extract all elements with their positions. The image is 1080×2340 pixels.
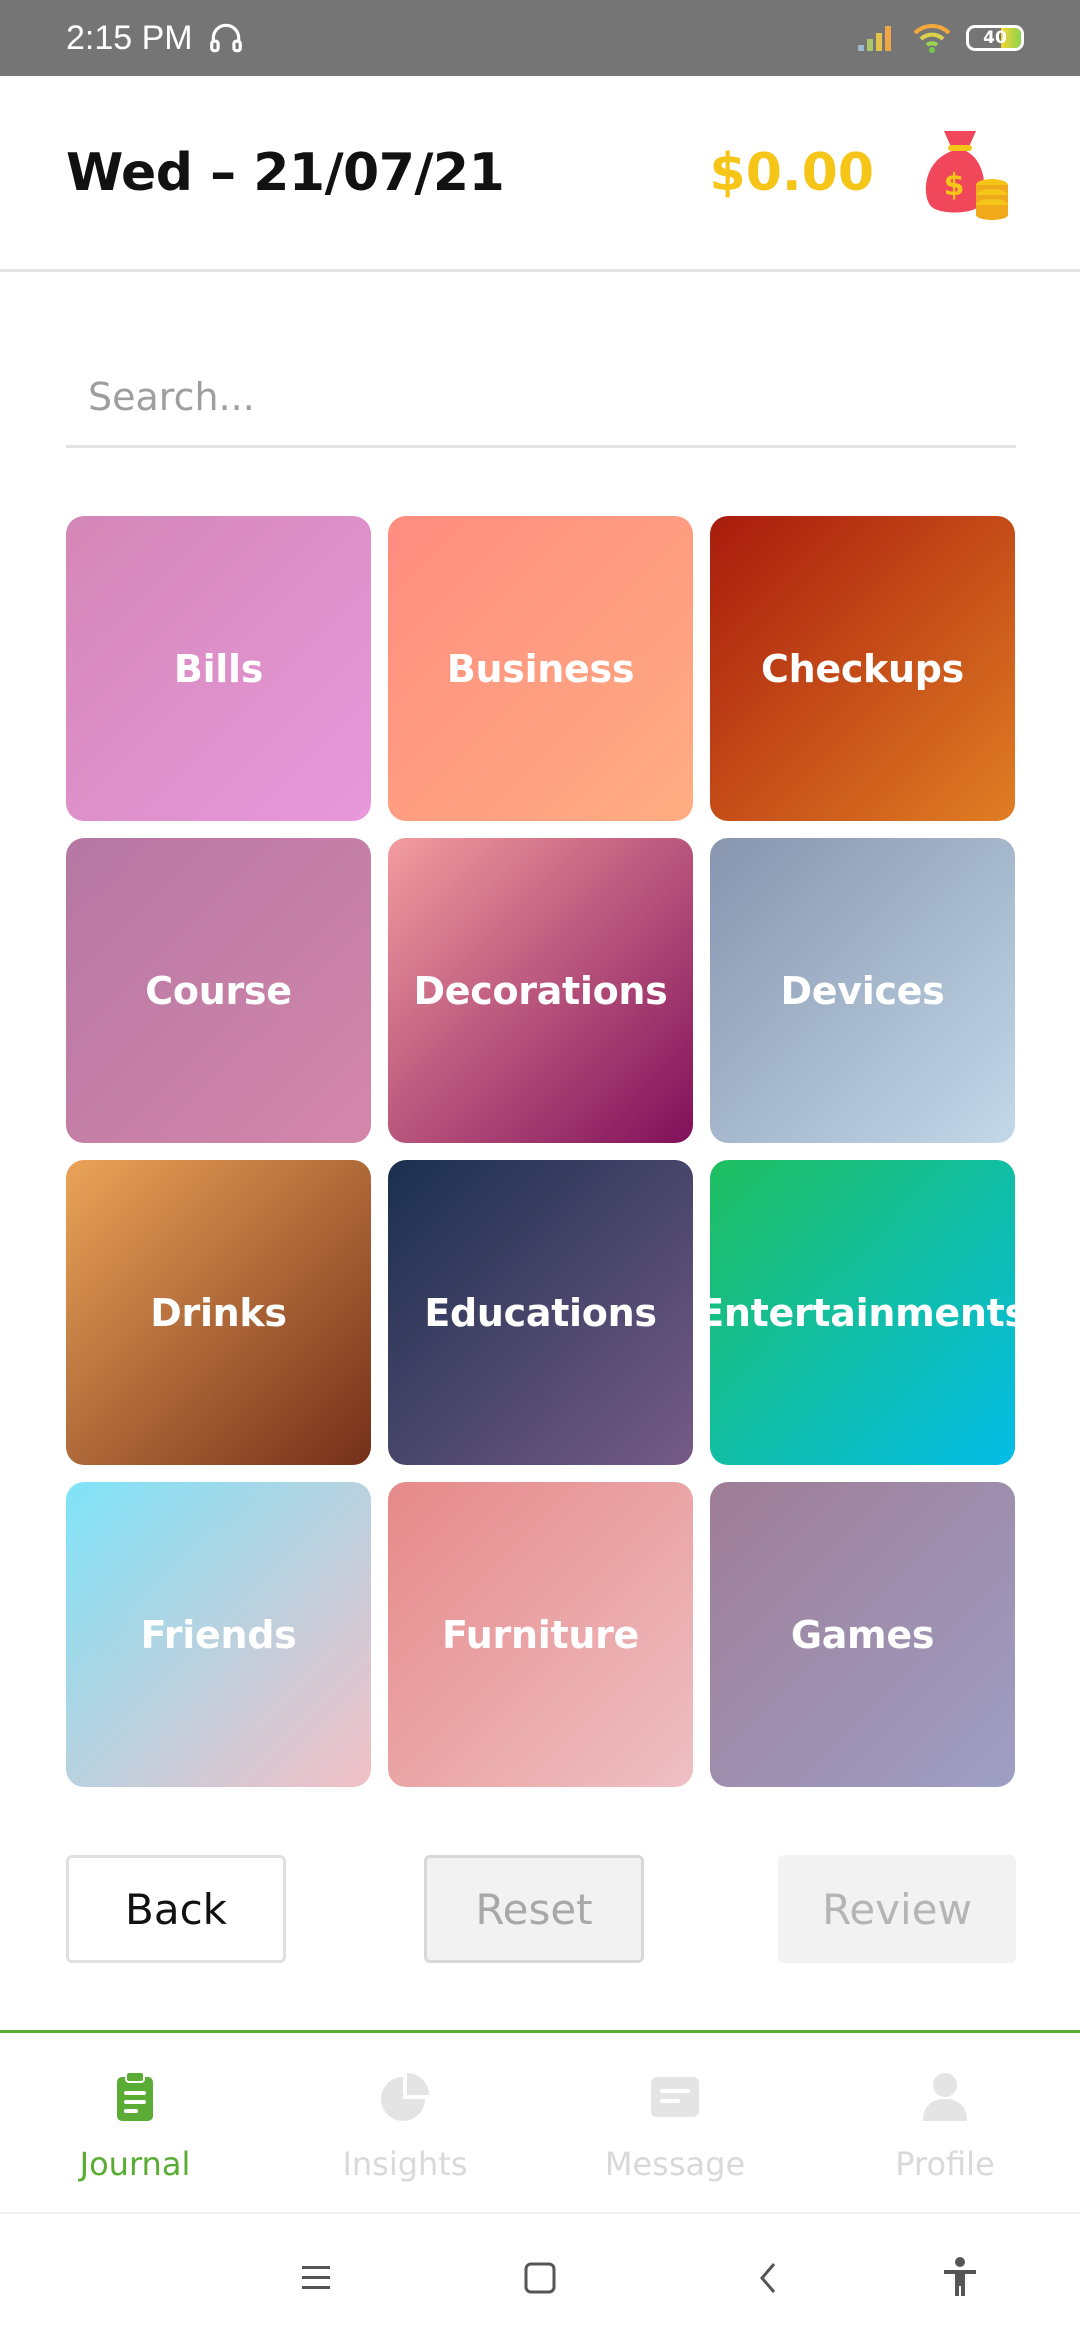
app-header: Wed – 21/07/21 $0.00 $ — [0, 76, 1080, 272]
category-checkups[interactable]: Checkups — [710, 516, 1015, 821]
battery-icon: 40 — [966, 25, 1024, 51]
status-icons: 40 — [856, 22, 1024, 54]
pie-chart-icon — [381, 2073, 429, 2121]
accessibility-icon[interactable] — [934, 2252, 986, 2304]
status-bar: 2:15 PM 40 — [0, 0, 1080, 76]
review-button[interactable]: Review — [778, 1855, 1016, 1963]
category-entertainments[interactable]: Entertainments — [698, 1160, 1027, 1465]
system-navigation-bar — [0, 2212, 1080, 2340]
bottom-tab-bar: Journal Insights Message Profile — [0, 2030, 1080, 2210]
tab-label: Profile — [895, 2145, 995, 2183]
search-input[interactable] — [66, 374, 1016, 419]
wifi-icon — [913, 23, 951, 53]
balance-amount: $0.00 — [709, 142, 874, 203]
page-title: Wed – 21/07/21 — [66, 142, 505, 203]
tab-insights[interactable]: Insights — [270, 2033, 540, 2210]
category-course[interactable]: Course — [66, 838, 371, 1143]
menu-icon[interactable] — [290, 2252, 342, 2304]
back-arrow-icon[interactable] — [742, 2252, 794, 2304]
money-bag-icon: $ — [925, 130, 1008, 220]
tab-label: Insights — [342, 2145, 468, 2183]
category-decorations[interactable]: Decorations — [388, 838, 693, 1143]
tab-profile[interactable]: Profile — [810, 2033, 1080, 2210]
reset-button[interactable]: Reset — [424, 1855, 644, 1963]
signal-icon — [858, 26, 891, 51]
category-bills[interactable]: Bills — [66, 516, 371, 821]
tab-journal[interactable]: Journal — [0, 2033, 270, 2210]
message-icon — [651, 2077, 699, 2117]
category-business[interactable]: Business — [388, 516, 693, 821]
tab-label: Message — [604, 2145, 746, 2183]
category-friends[interactable]: Friends — [66, 1482, 371, 1787]
headset-icon — [209, 23, 242, 53]
category-games[interactable]: Games — [710, 1482, 1015, 1787]
search-bar — [66, 348, 1016, 448]
category-drinks[interactable]: Drinks — [66, 1160, 371, 1465]
tab-message[interactable]: Message — [540, 2033, 810, 2210]
back-button[interactable]: Back — [66, 1855, 286, 1963]
status-time: 2:15 PM — [66, 18, 193, 57]
home-icon[interactable] — [514, 2252, 566, 2304]
category-educations[interactable]: Educations — [388, 1160, 693, 1465]
battery-level: 40 — [983, 28, 1007, 48]
svg-text:$: $ — [944, 168, 965, 203]
category-grid: Bills Business Checkups Course Decoratio… — [66, 516, 1027, 1787]
person-icon — [923, 2073, 967, 2121]
tab-label: Journal — [79, 2145, 191, 2183]
category-furniture[interactable]: Furniture — [388, 1482, 693, 1787]
clipboard-icon — [117, 2071, 153, 2121]
category-devices[interactable]: Devices — [710, 838, 1015, 1143]
